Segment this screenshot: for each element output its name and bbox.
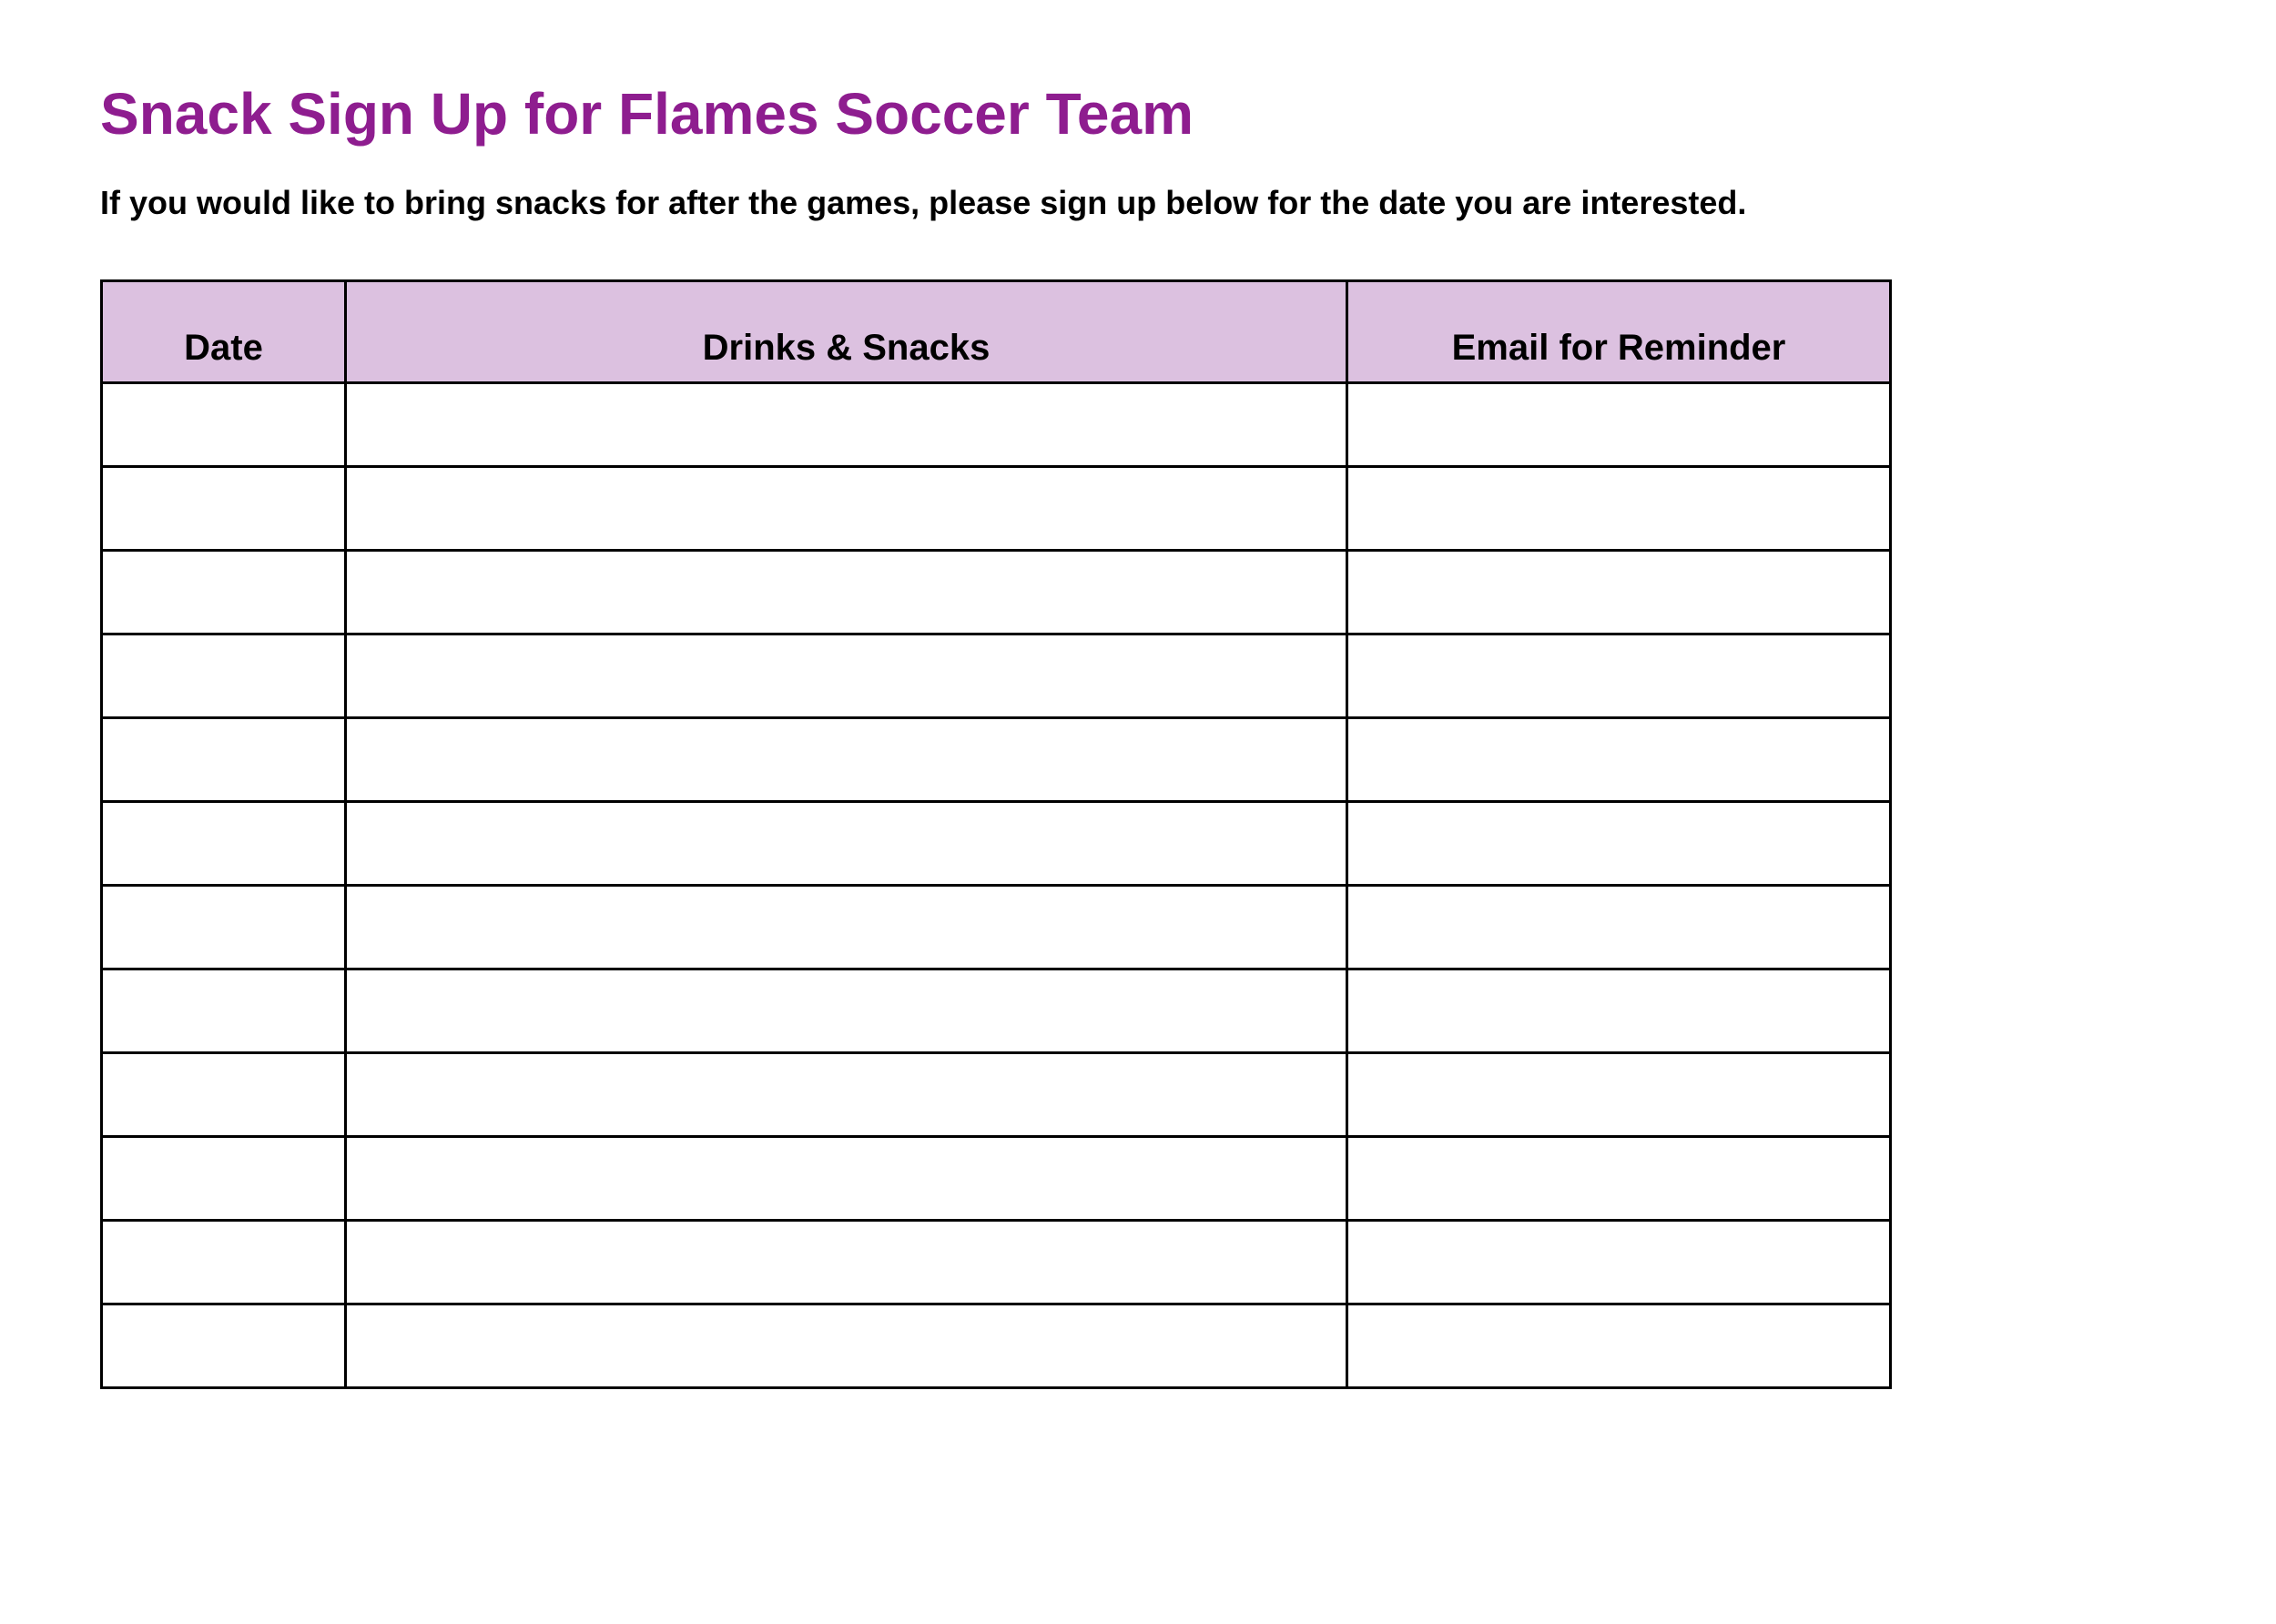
col-header-email: Email for Reminder [1347, 281, 1891, 383]
cell-email[interactable] [1347, 802, 1891, 886]
cell-date[interactable] [102, 802, 346, 886]
page-title: Snack Sign Up for Flames Soccer Team [100, 82, 2176, 146]
cell-date[interactable] [102, 718, 346, 802]
cell-snacks[interactable] [346, 886, 1347, 969]
cell-snacks[interactable] [346, 1053, 1347, 1137]
cell-snacks[interactable] [346, 383, 1347, 467]
table-row [102, 383, 1891, 467]
table-row [102, 802, 1891, 886]
signup-table: Date Drinks & Snacks Email for Reminder [100, 279, 1892, 1389]
table-row [102, 886, 1891, 969]
table-row [102, 467, 1891, 551]
cell-date[interactable] [102, 383, 346, 467]
cell-email[interactable] [1347, 718, 1891, 802]
table-row [102, 1304, 1891, 1388]
cell-email[interactable] [1347, 1221, 1891, 1304]
cell-date[interactable] [102, 1304, 346, 1388]
table-row [102, 1221, 1891, 1304]
cell-snacks[interactable] [346, 969, 1347, 1053]
cell-snacks[interactable] [346, 718, 1347, 802]
cell-snacks[interactable] [346, 1304, 1347, 1388]
col-header-date: Date [102, 281, 346, 383]
cell-snacks[interactable] [346, 1221, 1347, 1304]
cell-email[interactable] [1347, 551, 1891, 634]
cell-date[interactable] [102, 551, 346, 634]
page-subtitle: If you would like to bring snacks for af… [100, 182, 2176, 225]
cell-email[interactable] [1347, 1304, 1891, 1388]
table-row [102, 1137, 1891, 1221]
cell-email[interactable] [1347, 1053, 1891, 1137]
signup-sheet: Snack Sign Up for Flames Soccer Team If … [0, 0, 2276, 1389]
cell-date[interactable] [102, 886, 346, 969]
cell-date[interactable] [102, 1221, 346, 1304]
cell-email[interactable] [1347, 467, 1891, 551]
cell-date[interactable] [102, 1053, 346, 1137]
cell-snacks[interactable] [346, 551, 1347, 634]
cell-snacks[interactable] [346, 467, 1347, 551]
cell-email[interactable] [1347, 886, 1891, 969]
table-row [102, 969, 1891, 1053]
cell-date[interactable] [102, 467, 346, 551]
cell-email[interactable] [1347, 969, 1891, 1053]
cell-email[interactable] [1347, 1137, 1891, 1221]
cell-snacks[interactable] [346, 802, 1347, 886]
cell-email[interactable] [1347, 383, 1891, 467]
table-row [102, 634, 1891, 718]
table-row [102, 718, 1891, 802]
col-header-snacks: Drinks & Snacks [346, 281, 1347, 383]
cell-snacks[interactable] [346, 1137, 1347, 1221]
cell-date[interactable] [102, 969, 346, 1053]
cell-snacks[interactable] [346, 634, 1347, 718]
cell-date[interactable] [102, 634, 346, 718]
table-header-row: Date Drinks & Snacks Email for Reminder [102, 281, 1891, 383]
cell-email[interactable] [1347, 634, 1891, 718]
cell-date[interactable] [102, 1137, 346, 1221]
table-row [102, 551, 1891, 634]
table-row [102, 1053, 1891, 1137]
